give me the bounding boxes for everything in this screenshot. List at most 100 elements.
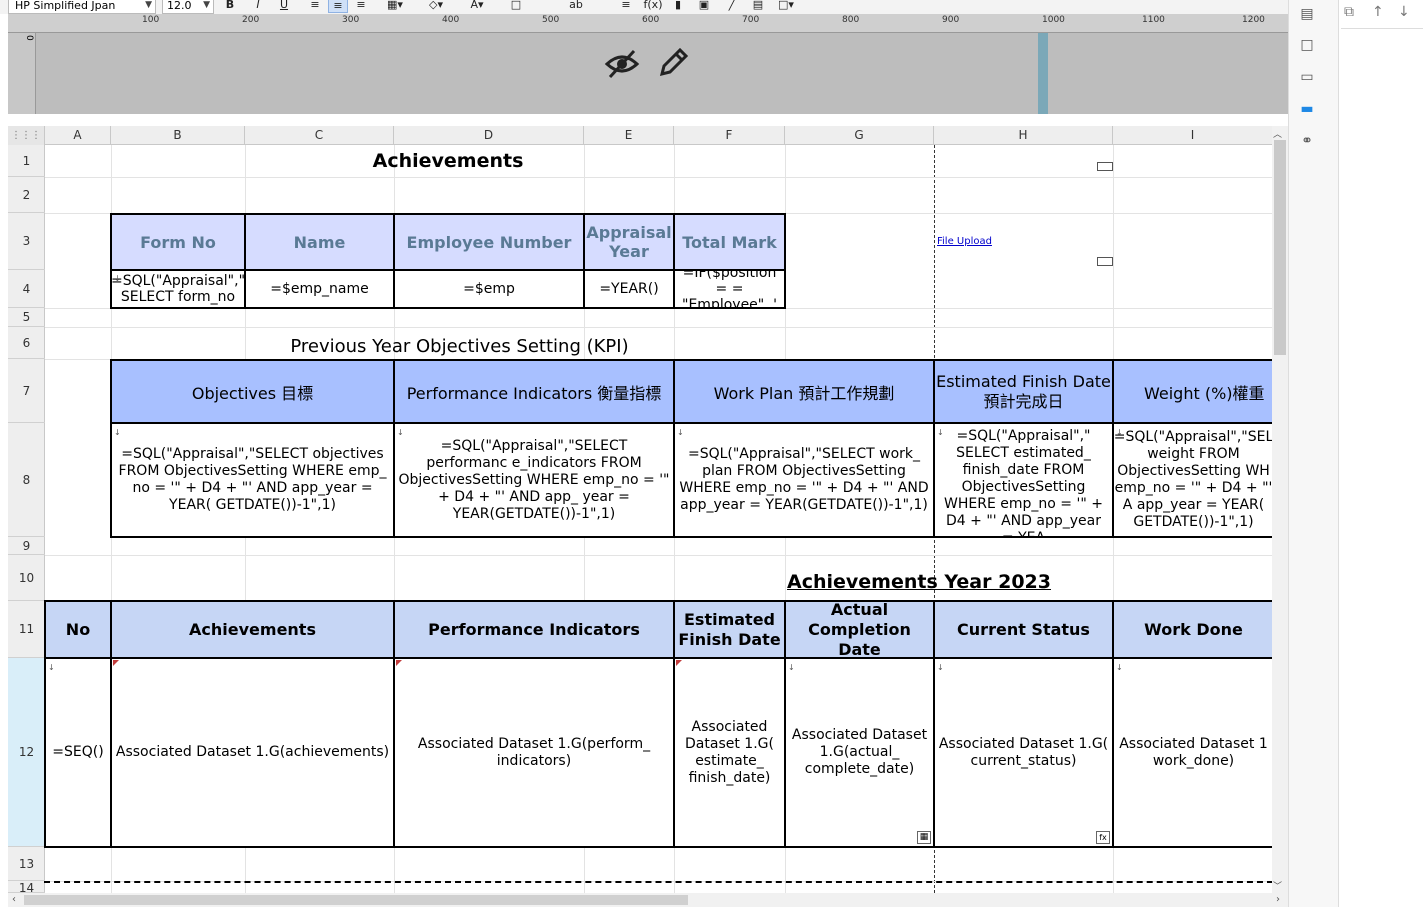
cell-est-finish-dataset[interactable]: Associated Dataset 1.G( estimate_ finish… (673, 657, 786, 848)
cell-indicators-dataset[interactable]: Associated Dataset 1.G(perform_ indicato… (393, 657, 675, 848)
underline-button[interactable]: U (276, 0, 292, 13)
column-header-e[interactable]: E (584, 126, 674, 145)
formula-button[interactable]: f(x) (642, 0, 664, 13)
font-name-select[interactable]: HP Simplified Jpan ▼ (8, 0, 156, 14)
arrow-down-icon[interactable]: ↓ (1398, 4, 1410, 20)
header-achv-estimated-finish[interactable]: Estimated Finish Date (673, 600, 786, 659)
edit-style-icon[interactable]: fx (1096, 831, 1110, 844)
cell-comment-icon[interactable] (1097, 257, 1113, 266)
header-form-no[interactable]: Form No (110, 213, 246, 271)
row-header-10[interactable]: 10 (8, 555, 45, 601)
header-name[interactable]: Name (244, 213, 395, 271)
header-work-plan[interactable]: Work Plan 預計工作規劃 (673, 359, 935, 424)
header-appraisal-year[interactable]: Appraisal Year (583, 213, 675, 271)
header-employee-number[interactable]: Employee Number (393, 213, 585, 271)
cell-total-mark[interactable]: =IF($position = = "Employee", ' (673, 269, 786, 309)
scroll-up-icon[interactable]: ︿ (1273, 127, 1282, 140)
properties-icon[interactable]: ▤ (1296, 3, 1318, 25)
row-header-4[interactable]: 4 (8, 270, 45, 308)
row-header-13[interactable]: 13 (8, 847, 45, 881)
column-header-g[interactable]: G (785, 126, 934, 145)
header-no[interactable]: No (44, 600, 112, 659)
header-total-mark[interactable]: Total Mark (673, 213, 786, 271)
achievements-section-title[interactable]: Achievements Year 2023 (785, 566, 1053, 598)
align-right-icon[interactable]: ≡ (352, 0, 370, 13)
calendar-icon[interactable]: ▦ (917, 831, 931, 844)
cell-frame-icon[interactable]: □ (1296, 34, 1318, 56)
link-icon[interactable]: ⚭ (1296, 130, 1318, 152)
row-header-9[interactable]: 9 (8, 537, 45, 555)
row-header-8[interactable]: 8 (8, 423, 45, 537)
border-icon[interactable]: ▦▾ (382, 0, 408, 13)
page-width-marker[interactable] (1038, 33, 1048, 114)
kpi-section-title[interactable]: Previous Year Objectives Setting (KPI) (245, 330, 674, 362)
header-weight[interactable]: Weight (%)權重 (1112, 359, 1273, 424)
pencil-icon[interactable] (656, 46, 690, 80)
cell-current-status-dataset[interactable]: ↓ Associated Dataset 1.G( current_status… (933, 657, 1114, 848)
horizontal-scrollbar-thumb[interactable] (24, 895, 688, 905)
cell-finish-date-formula[interactable]: ↓ =SQL("Appraisal"," SELECT estimated_ f… (933, 422, 1114, 538)
barcode-icon[interactable]: ▤ (750, 0, 766, 13)
eye-off-icon[interactable] (604, 46, 640, 82)
dataset-icon[interactable]: ▬ (1296, 98, 1318, 120)
row-header-1[interactable]: 1 (8, 145, 45, 177)
row-header-6[interactable]: 6 (8, 327, 45, 359)
row-header-14[interactable]: 14 (8, 881, 45, 893)
wrap-icon[interactable]: ≡ (618, 0, 634, 13)
row-header-11[interactable]: 11 (8, 601, 45, 658)
font-size-select[interactable]: 12.0 ▼ (162, 0, 214, 14)
copy-icon[interactable]: ⧉ (1344, 4, 1354, 20)
cell-weight-formula[interactable]: ↓ =SQL("Appraisal","SEL weight FROM Obje… (1112, 422, 1273, 538)
column-header-b[interactable]: B (111, 126, 245, 145)
column-header-d[interactable]: D (394, 126, 584, 145)
column-header-h[interactable]: H (934, 126, 1113, 145)
chart-icon[interactable]: ▮ (670, 0, 686, 13)
scroll-down-icon[interactable]: ﹀ (1273, 879, 1282, 892)
row-header-3[interactable]: 3 (8, 213, 45, 270)
cell-indicators-formula[interactable]: ↓ =SQL("Appraisal","SELECT performanc e_… (393, 422, 675, 538)
cell-appraisal-year[interactable]: =YEAR() (583, 269, 675, 309)
column-header-c[interactable]: C (245, 126, 394, 145)
cell-work-done-dataset[interactable]: ↓ Associated Dataset 1 work_done) (1112, 657, 1273, 848)
column-header-a[interactable]: A (45, 126, 111, 145)
cell-objectives-formula[interactable]: ↓ =SQL("Appraisal","SELECT objectives FR… (110, 422, 395, 538)
bold-button[interactable]: B (222, 0, 238, 13)
text-tool-button[interactable]: ab (568, 0, 584, 13)
image-icon[interactable]: ▣ (696, 0, 712, 13)
header-actual-completion-date[interactable]: Actual Completion Date (784, 600, 935, 659)
fill-color-icon[interactable]: ◇▾ (422, 0, 450, 13)
select-all-corner[interactable]: ⋮⋮⋮ (8, 126, 45, 145)
shape-icon[interactable]: □▾ (772, 0, 800, 13)
header-performance-indicators[interactable]: Performance Indicators 衡量指標 (393, 359, 675, 424)
column-header-i[interactable]: I (1113, 126, 1273, 145)
cell-emp-number[interactable]: =$emp (393, 269, 585, 309)
row-header-5[interactable]: 5 (8, 308, 45, 327)
header-achv-performance-indicators[interactable]: Performance Indicators (393, 600, 675, 659)
cell-emp-name[interactable]: =$emp_name (244, 269, 395, 309)
cell-work-plan-formula[interactable]: ↓ =SQL("Appraisal","SELECT work_ plan FR… (673, 422, 935, 538)
cell-comment-icon[interactable] (1097, 162, 1113, 171)
header-achievements[interactable]: Achievements (110, 600, 395, 659)
row-header-7[interactable]: 7 (8, 359, 45, 423)
italic-button[interactable]: I (250, 0, 266, 13)
header-current-status[interactable]: Current Status (933, 600, 1114, 659)
report-title[interactable]: Achievements (111, 145, 785, 177)
dropdown-field-icon[interactable]: ▭ (1296, 66, 1318, 88)
scroll-right-icon[interactable]: › (1276, 894, 1280, 905)
row-header-2[interactable]: 2 (8, 177, 45, 213)
align-center-icon[interactable]: ≡ (328, 0, 348, 13)
header-estimated-finish-date[interactable]: Estimated Finish Date 預計完成日 (933, 359, 1114, 424)
cell-form-no-formula[interactable]: ↓ =SQL("Appraisal"," SELECT form_no (110, 269, 246, 309)
header-objectives[interactable]: Objectives 目標 (110, 359, 395, 424)
cell-actual-completion-dataset[interactable]: ↓ Associated Dataset 1.G(actual_ complet… (784, 657, 935, 848)
line-icon[interactable]: ╱ (724, 0, 740, 13)
font-color-icon[interactable]: A▾ (462, 0, 492, 13)
cell-achievements-dataset[interactable]: Associated Dataset 1.G(achievements) (110, 657, 395, 848)
file-upload-link[interactable]: File Upload (937, 236, 992, 247)
header-work-done[interactable]: Work Done (1112, 600, 1273, 659)
align-left-icon[interactable]: ≡ (306, 0, 324, 13)
row-header-12[interactable]: 12 (8, 658, 45, 847)
merge-icon[interactable]: □ (508, 0, 524, 13)
scroll-left-icon[interactable]: ‹ (12, 894, 16, 905)
vertical-scrollbar-thumb[interactable] (1274, 140, 1286, 355)
